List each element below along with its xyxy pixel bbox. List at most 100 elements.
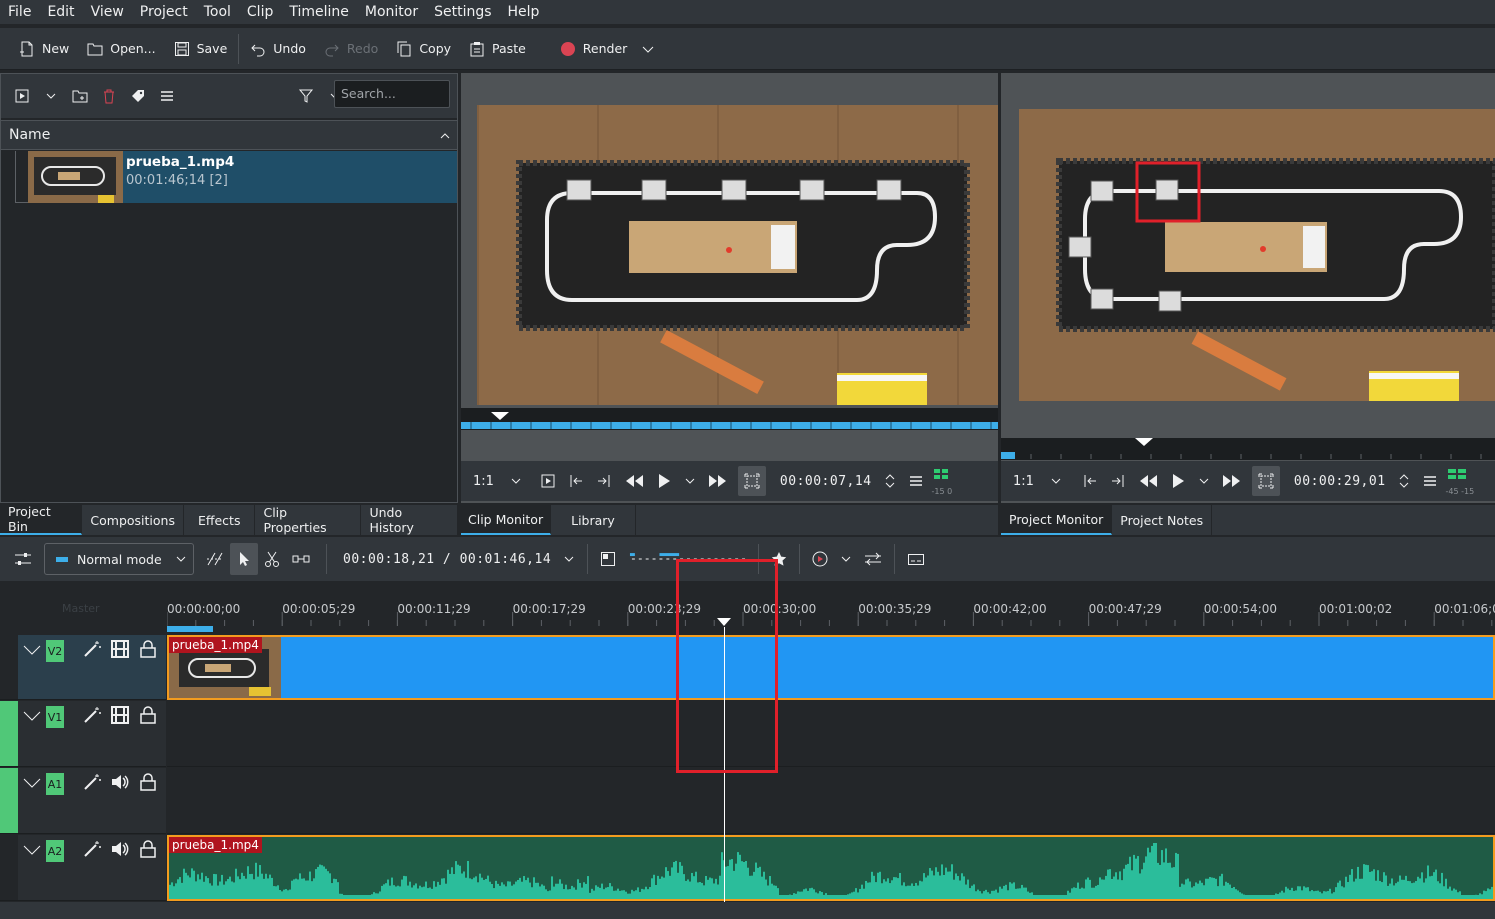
tab-compositions[interactable]: Compositions <box>82 505 184 535</box>
effects-wand-icon[interactable] <box>82 772 102 792</box>
track-row-v1[interactable] <box>167 701 1495 767</box>
effects-wand-icon[interactable] <box>82 839 102 859</box>
lock-icon[interactable] <box>139 639 157 659</box>
film-strip-icon[interactable] <box>110 705 130 725</box>
bin-menu-button[interactable] <box>154 83 180 109</box>
track-tag-a1[interactable]: A1 <box>46 773 64 795</box>
slip-tool-button[interactable] <box>286 543 316 575</box>
subtitle-button[interactable] <box>901 543 931 575</box>
track-row-v2[interactable]: prueba_1.mp4 <box>167 635 1495 700</box>
copy-button[interactable]: Copy <box>387 34 460 64</box>
track-active-bar[interactable] <box>0 835 18 900</box>
project-timecode-spinner[interactable] <box>1392 466 1416 496</box>
render-button[interactable]: Render <box>551 34 666 64</box>
clip-play-button[interactable] <box>650 466 678 496</box>
filter-button[interactable] <box>293 83 319 109</box>
clip-set-out-button[interactable] <box>590 466 618 496</box>
project-monitor-ruler[interactable] <box>1001 438 1495 460</box>
menu-view[interactable]: View <box>83 1 132 23</box>
timeline-position-timecode[interactable]: 00:00:18,21 / 00:01:46,14 <box>337 543 557 575</box>
track-tag-a2[interactable]: A2 <box>46 840 64 862</box>
chevron-down-icon[interactable] <box>640 41 656 57</box>
razor-tool-button[interactable] <box>258 543 286 575</box>
project-set-out-button[interactable] <box>1104 466 1132 496</box>
project-zone-button[interactable] <box>1251 466 1280 496</box>
tab-project-bin[interactable]: Project Bin <box>0 504 83 535</box>
bin-search-input[interactable]: Search... <box>334 80 450 108</box>
record-button[interactable] <box>806 543 834 575</box>
clip-timecode[interactable]: 00:00:07,14 <box>774 466 878 496</box>
new-button[interactable]: New <box>10 34 78 64</box>
clip-monitor-video[interactable] <box>477 105 998 405</box>
menu-timeline[interactable]: Timeline <box>281 1 357 23</box>
timecode-format-button[interactable] <box>557 543 581 575</box>
tab-project-notes[interactable]: Project Notes <box>1112 505 1213 535</box>
effects-wand-icon[interactable] <box>82 705 102 725</box>
clip-zoom-select[interactable]: 1:1 <box>461 466 528 496</box>
clip-monitor-ruler[interactable] <box>461 408 998 430</box>
open-button[interactable]: Open... <box>78 34 164 64</box>
collapse-chevron-icon[interactable] <box>22 774 42 790</box>
project-monitor-menu-button[interactable] <box>1416 466 1444 496</box>
menu-monitor[interactable]: Monitor <box>357 1 426 23</box>
collapse-chevron-icon[interactable] <box>22 641 42 657</box>
effects-wand-icon[interactable] <box>82 639 102 659</box>
lock-icon[interactable] <box>139 839 157 859</box>
bin-clip-row[interactable]: prueba_1.mp4 00:01:46;14 [2] <box>28 151 457 203</box>
undo-button[interactable]: Undo <box>241 34 315 64</box>
track-row-a1[interactable] <box>167 768 1495 834</box>
tab-library[interactable]: Library <box>551 505 636 535</box>
clip-timecode-spinner[interactable] <box>878 466 902 496</box>
redo-button[interactable]: Redo <box>315 34 387 64</box>
spacer-tool-button[interactable] <box>200 543 230 575</box>
track-active-bar[interactable] <box>0 768 18 833</box>
add-folder-button[interactable] <box>67 83 93 109</box>
track-settings-button[interactable] <box>8 543 38 575</box>
track-row-a2[interactable]: prueba_1.mp4 <box>167 835 1495 901</box>
edit-mode-select[interactable]: Normal mode <box>44 543 194 575</box>
speaker-icon[interactable] <box>110 772 130 792</box>
tab-project-monitor[interactable]: Project Monitor <box>1001 505 1113 535</box>
delete-clip-button[interactable] <box>96 83 122 109</box>
add-clip-button[interactable] <box>9 83 35 109</box>
menu-clip[interactable]: Clip <box>239 1 281 23</box>
track-active-bar[interactable] <box>0 635 18 699</box>
clip-monitor-menu-button[interactable] <box>902 466 930 496</box>
clip-forward-button[interactable] <box>702 466 734 496</box>
add-clip-menu-button[interactable] <box>38 83 64 109</box>
track-tag-v2[interactable]: V2 <box>46 640 64 662</box>
track-active-bar[interactable] <box>0 701 18 766</box>
mixer-button[interactable] <box>858 543 888 575</box>
menu-edit[interactable]: Edit <box>39 1 82 23</box>
menu-settings[interactable]: Settings <box>426 1 499 23</box>
master-label[interactable]: Master <box>62 602 100 615</box>
save-button[interactable]: Save <box>165 34 237 64</box>
clip-toggle-display-button[interactable] <box>534 466 562 496</box>
paste-button[interactable]: Paste <box>460 34 535 64</box>
clip-set-in-button[interactable] <box>562 466 590 496</box>
clip-rewind-button[interactable] <box>618 466 650 496</box>
select-tool-button[interactable] <box>230 543 258 575</box>
record-menu-button[interactable] <box>834 543 858 575</box>
menu-file[interactable]: File <box>0 1 39 23</box>
tags-button[interactable] <box>125 83 151 109</box>
project-play-menu-button[interactable] <box>1192 466 1216 496</box>
audio-clip-prueba[interactable]: prueba_1.mp4 <box>167 835 1495 901</box>
menu-help[interactable]: Help <box>500 1 548 23</box>
lock-icon[interactable] <box>139 705 157 725</box>
menu-project[interactable]: Project <box>132 1 196 23</box>
timeline-ruler[interactable]: 00:00:00;00 00:00:05;29 00:00:11;29 00:00:1… <box>167 584 1495 632</box>
collapse-chevron-icon[interactable] <box>22 841 42 857</box>
project-play-button[interactable] <box>1164 466 1192 496</box>
project-forward-button[interactable] <box>1216 466 1248 496</box>
video-clip-prueba[interactable]: prueba_1.mp4 <box>167 635 1495 700</box>
project-set-in-button[interactable] <box>1076 466 1104 496</box>
bin-column-header-name[interactable]: Name <box>1 120 457 150</box>
tab-effects[interactable]: Effects <box>184 505 256 535</box>
timeline-scrollbar[interactable] <box>0 902 1495 919</box>
speaker-icon[interactable] <box>110 839 130 859</box>
menu-tool[interactable]: Tool <box>196 1 239 23</box>
track-tag-v1[interactable]: V1 <box>46 706 64 728</box>
film-strip-icon[interactable] <box>110 639 130 659</box>
collapse-chevron-icon[interactable] <box>22 707 42 723</box>
